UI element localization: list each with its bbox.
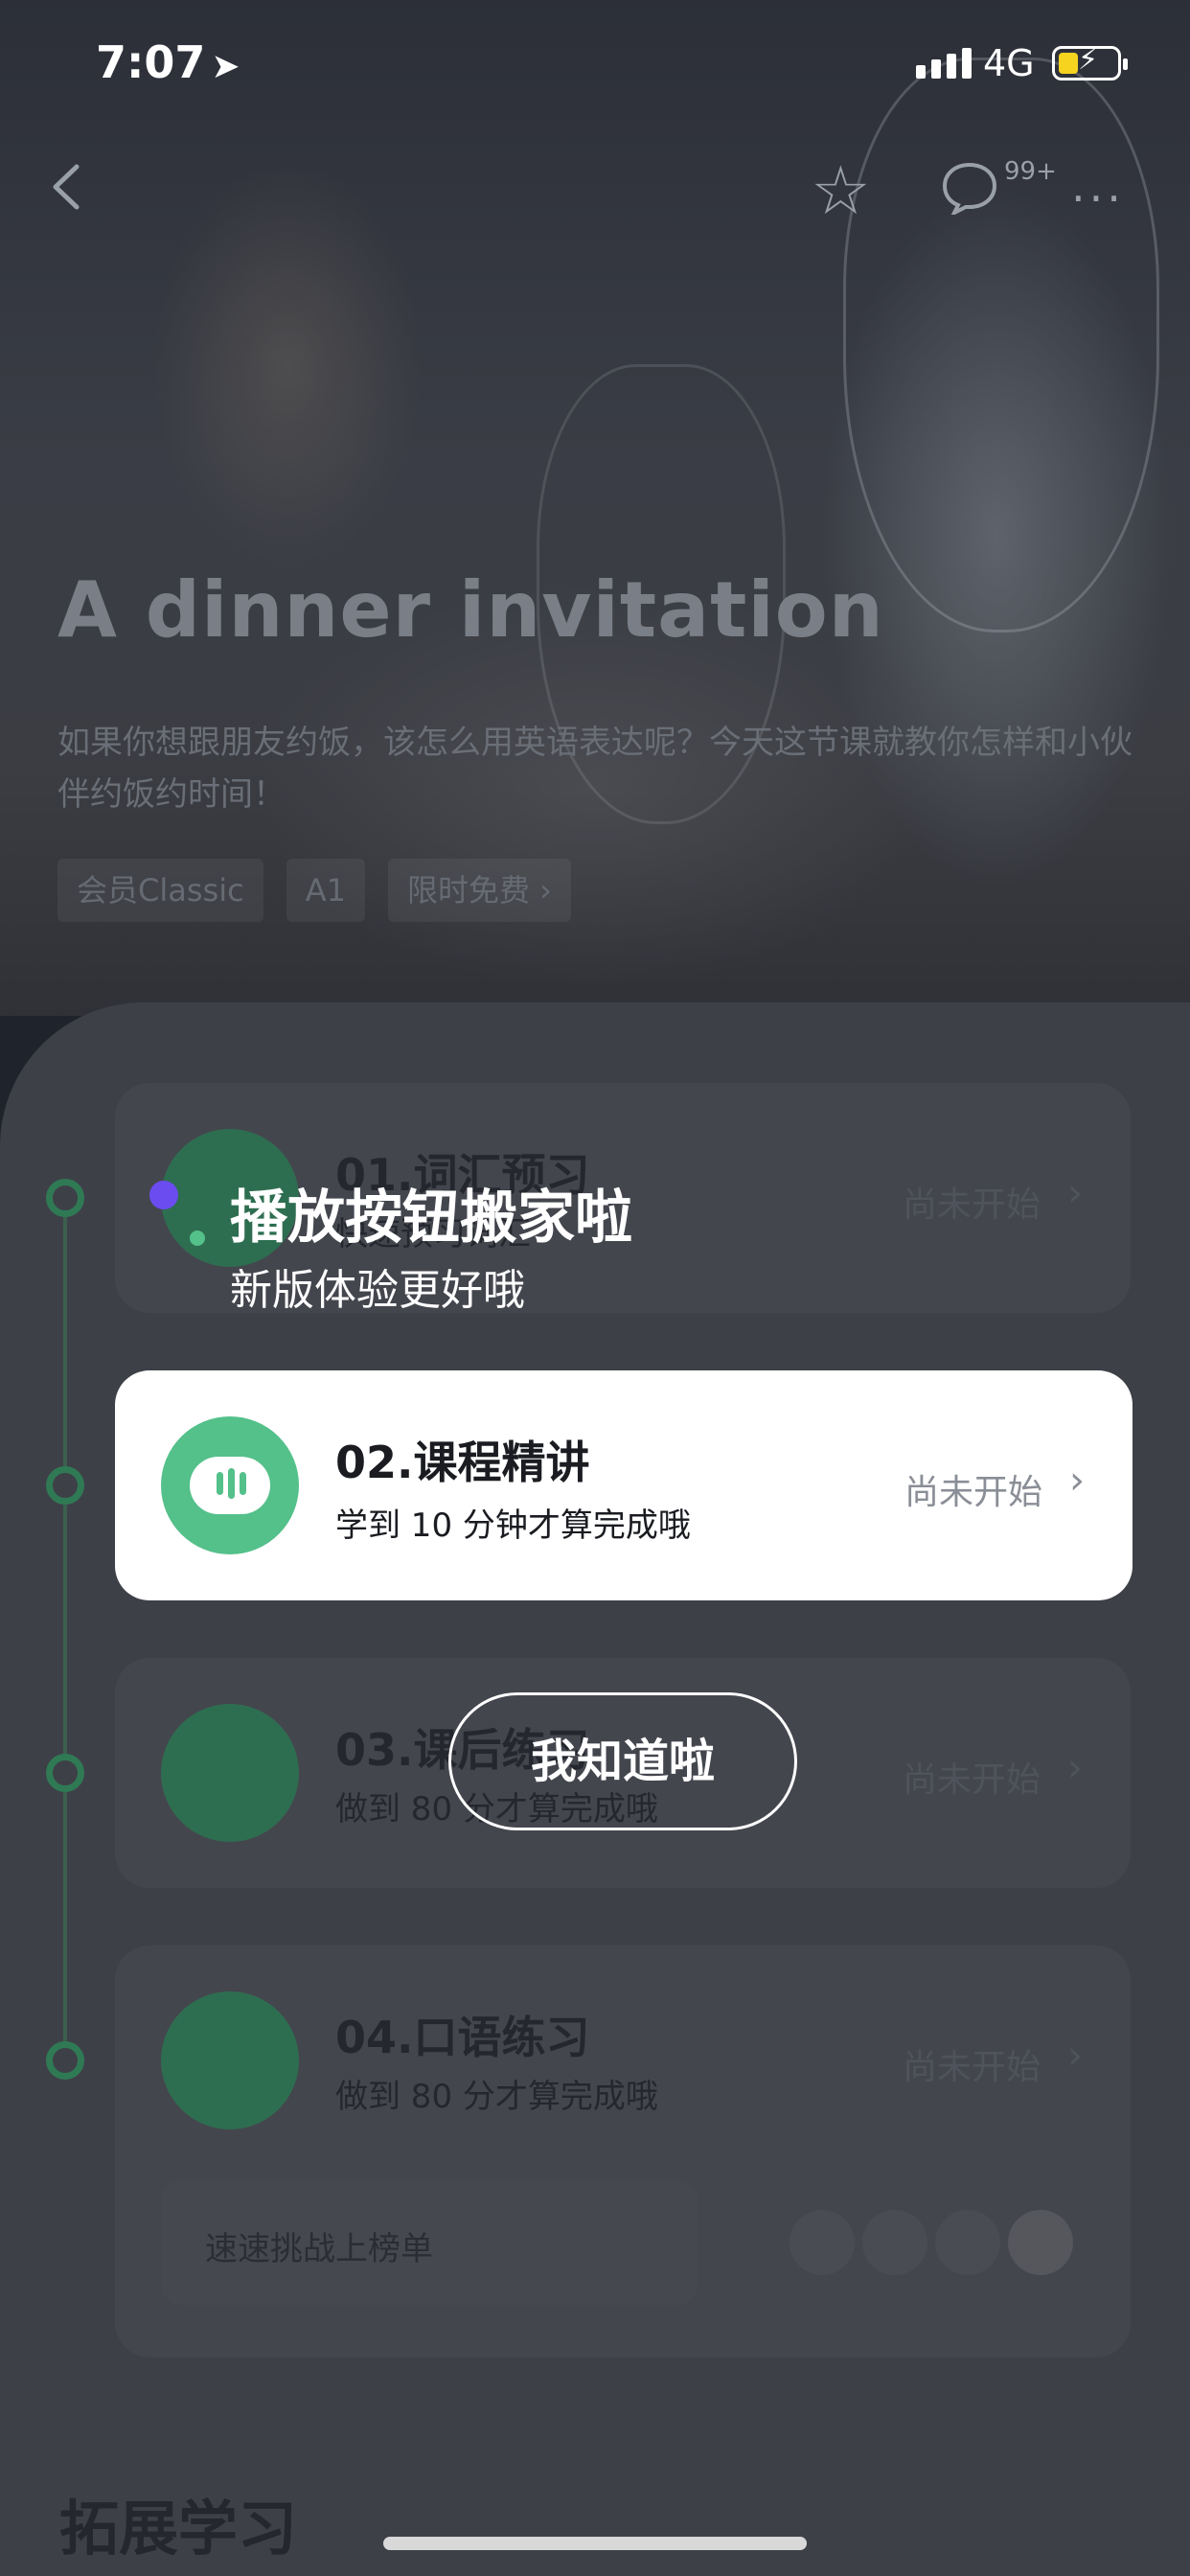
- network-type: 4G: [983, 42, 1035, 84]
- extend-learning-heading: 拓展学习: [59, 2494, 298, 2564]
- ranking-challenge-button[interactable]: 速速挑战上榜单: [161, 2180, 698, 2305]
- tag-membership: 会员Classic: [57, 859, 263, 922]
- chevron-right-icon: ›: [1067, 2034, 1083, 2078]
- status-bar: 7:07 ➤ 4G ⚡: [0, 0, 1190, 125]
- got-it-button[interactable]: 我知道啦: [448, 1692, 797, 1830]
- lesson-card-lecture[interactable]: 02.课程精讲 学到 10 分钟才算完成哦 尚未开始 ›: [115, 1370, 1133, 1600]
- lesson-description: 如果你想跟朋友约饭，该怎么用英语表达呢？今天这节课就教你怎样和小伙伴约饭约时间！: [57, 724, 1133, 814]
- avatar: [862, 2210, 927, 2275]
- chevron-right-icon: ›: [1067, 1171, 1083, 1215]
- lesson-status: 尚未开始: [904, 1473, 1042, 1512]
- lesson-title: A dinner invitation: [57, 565, 884, 655]
- timeline-dot-3: [46, 1754, 84, 1792]
- timeline-dot-1: [46, 1179, 84, 1217]
- ranking-label: 速速挑战上榜单: [205, 2230, 433, 2268]
- status-time: 7:07 ➤: [96, 36, 240, 88]
- cellular-signal-icon: [916, 48, 972, 79]
- timeline-dot-2: [46, 1466, 84, 1505]
- avatar: [1008, 2210, 1073, 2275]
- favorite-star-icon[interactable]: ☆: [811, 157, 871, 224]
- tooltip-title: 播放按钮搬家啦: [230, 1184, 632, 1252]
- battery-icon: ⚡: [1052, 43, 1128, 80]
- microphone-icon: [161, 1991, 299, 2129]
- top-nav: ☆ 99+ ···: [0, 144, 1190, 240]
- lesson-card-subtitle: 学到 10 分钟才算完成哦: [335, 1506, 691, 1545]
- tag-free-limited[interactable]: 限时免费 ›: [387, 859, 571, 922]
- avatar: [935, 2210, 1000, 2275]
- lesson-tags: 会员Classic A1 限时免费 ›: [57, 859, 571, 922]
- back-chevron-icon[interactable]: [48, 163, 86, 211]
- lesson-status: 尚未开始: [902, 2048, 1041, 2087]
- location-arrow-icon: ➤: [211, 47, 240, 86]
- tooltip-pointer-dot: [149, 1181, 178, 1209]
- lesson-status: 尚未开始: [902, 1760, 1041, 1800]
- tooltip-subtitle: 新版体验更好哦: [230, 1266, 525, 1315]
- comment-bubble-icon[interactable]: [941, 161, 998, 215]
- lesson-card-title: 04.口语练习: [335, 2012, 590, 2063]
- more-options-icon[interactable]: ···: [1071, 172, 1125, 224]
- practice-checklist-icon: [161, 1704, 299, 1842]
- tooltip-pointer-dot-small: [190, 1230, 205, 1246]
- avatar: [790, 2210, 855, 2275]
- ranking-avatars: [790, 2210, 1073, 2275]
- lecture-audio-icon: [161, 1416, 299, 1554]
- lesson-status: 尚未开始: [902, 1185, 1041, 1225]
- lesson-card-speaking[interactable]: 04.口语练习 做到 80 分才算完成哦 尚未开始 › 速速挑战上榜单: [115, 1945, 1131, 2358]
- timeline-dot-4: [46, 2041, 84, 2080]
- chevron-right-icon: ›: [1067, 1746, 1083, 1790]
- comments-count-badge: 99+: [1004, 157, 1057, 186]
- timeline-line: [63, 1200, 67, 2062]
- tag-level: A1: [286, 859, 365, 922]
- lesson-card-title: 02.课程精讲: [335, 1437, 590, 1488]
- lesson-card-subtitle: 做到 80 分才算完成哦: [335, 2078, 658, 2116]
- home-indicator[interactable]: [383, 2537, 807, 2550]
- chevron-right-icon: ›: [1069, 1459, 1085, 1503]
